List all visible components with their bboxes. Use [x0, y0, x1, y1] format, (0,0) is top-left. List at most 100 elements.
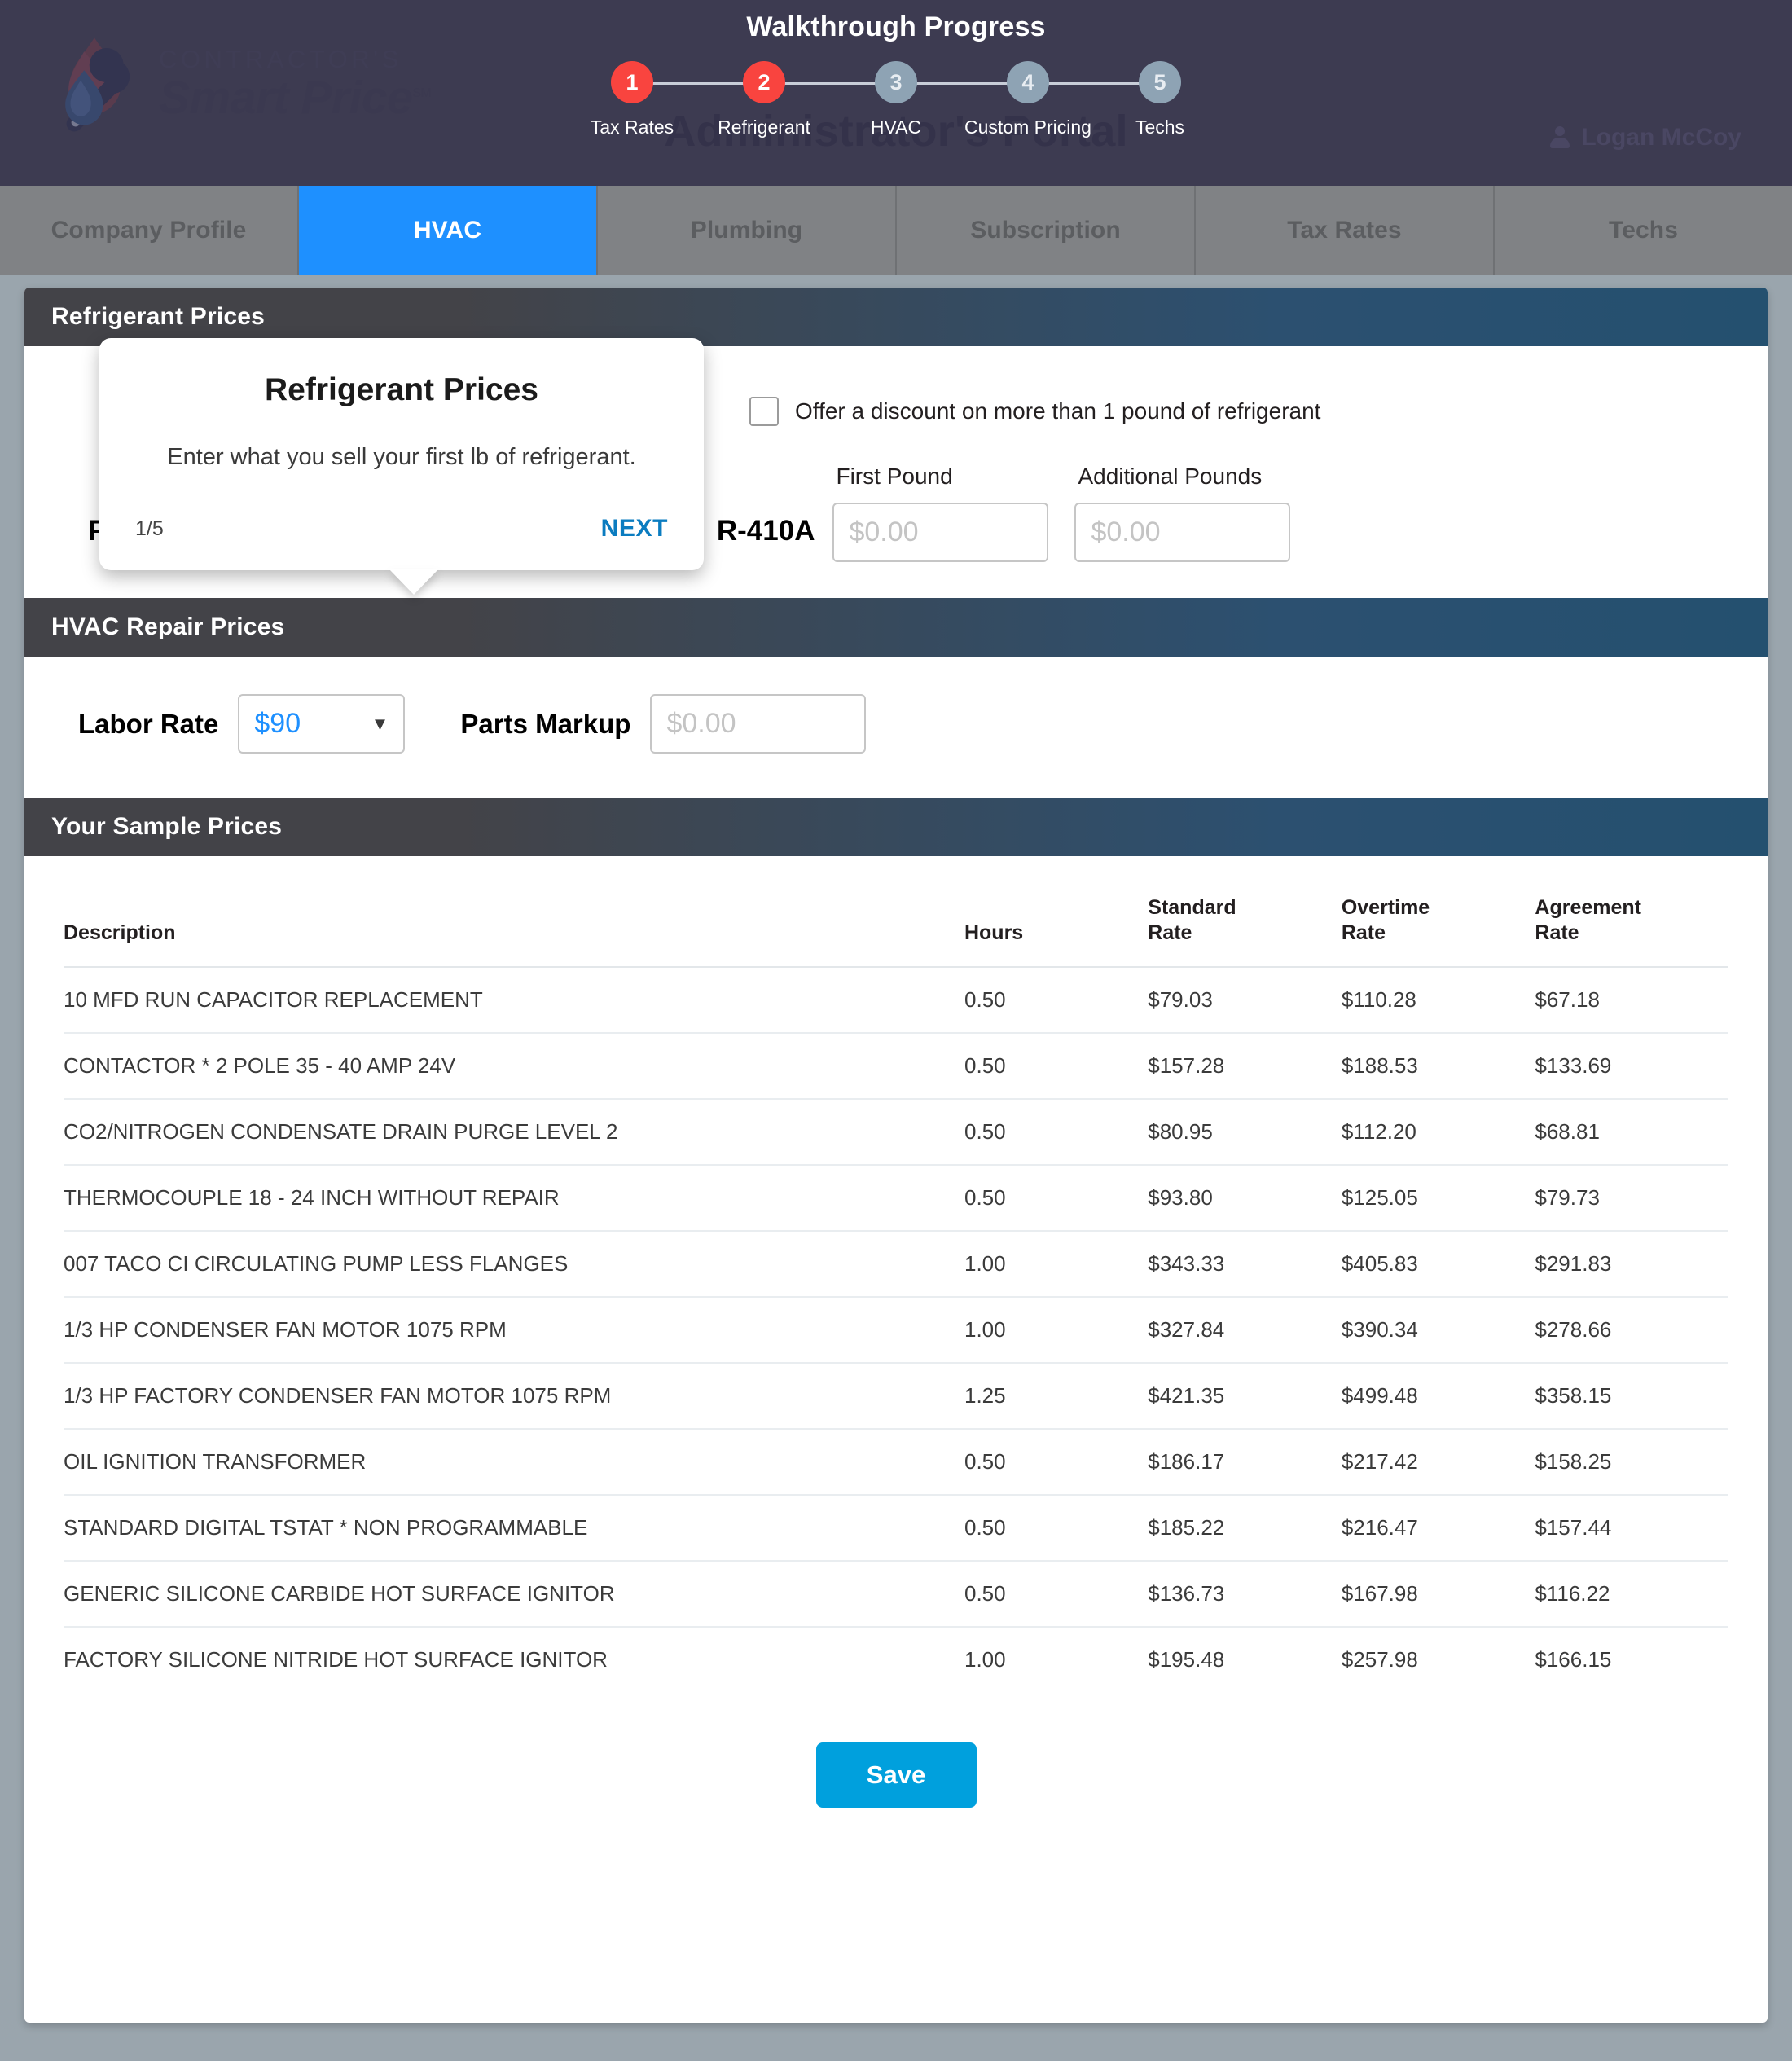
user-icon [1549, 125, 1570, 150]
tooltip-title: Refrigerant Prices [265, 372, 538, 407]
cell-hours: 0.50 [964, 1098, 1149, 1166]
table-row[interactable]: 1/3 HP CONDENSER FAN MOTOR 1075 RPM 1.00… [64, 1296, 1728, 1364]
step-label: Techs [1135, 116, 1185, 138]
discount-checkbox-row[interactable]: Offer a discount on more than 1 pound of… [749, 397, 1768, 426]
app-header: Administrator's Portal CONTRACTOR'S Smar… [0, 0, 1792, 186]
cell-standard-rate: $343.33 [1148, 1230, 1342, 1298]
cell-overtime-rate: $167.98 [1341, 1560, 1535, 1628]
table-row[interactable]: CO2/NITROGEN CONDENSATE DRAIN PURGE LEVE… [64, 1098, 1728, 1166]
labor-rate-label: Labor Rate [78, 708, 219, 739]
cell-agreement-rate: $278.66 [1535, 1296, 1728, 1364]
tab-company-profile[interactable]: Company Profile [0, 186, 299, 275]
sample-prices-table-wrap: Description Hours Standard Rate Overtime R… [24, 856, 1768, 1808]
section-header-sample-prices: Your Sample Prices [24, 798, 1768, 856]
logo-line-2: Smart PriceSM [159, 72, 432, 124]
cell-overtime-rate: $125.05 [1341, 1164, 1535, 1232]
cell-hours: 0.50 [964, 1560, 1149, 1628]
cell-overtime-rate: $110.28 [1341, 966, 1535, 1034]
column-header-agreement-rate: Agreement Rate [1535, 881, 1728, 968]
cell-hours: 0.50 [964, 1032, 1149, 1100]
flame-droplet-wrench-icon [45, 33, 147, 135]
cell-overtime-rate: $390.34 [1341, 1296, 1535, 1364]
cell-agreement-rate: $158.25 [1535, 1428, 1728, 1496]
walkthrough-title: Walkthrough Progress [746, 11, 1046, 42]
tooltip-body: Enter what you sell your first lb of ref… [167, 444, 636, 470]
cell-overtime-rate: $257.98 [1341, 1646, 1418, 1672]
save-button[interactable]: Save [815, 1742, 977, 1808]
cell-overtime-rate: $188.53 [1341, 1032, 1535, 1100]
labor-rate-value: $90 [254, 708, 301, 739]
table-row[interactable]: CONTACTOR * 2 POLE 35 - 40 AMP 24V 0.50 … [64, 1032, 1728, 1100]
cell-standard-rate: $80.95 [1148, 1098, 1342, 1166]
cell-hours: 1.00 [964, 1230, 1149, 1298]
discount-checkbox-label: Offer a discount on more than 1 pound of… [795, 398, 1321, 424]
r410a-additional-pounds-input[interactable]: $0.00 [1074, 503, 1291, 562]
cell-agreement-rate: $67.18 [1535, 966, 1728, 1034]
tab-subscription[interactable]: Subscription [897, 186, 1196, 275]
main-tabbar: Company Profile HVAC Plumbing Subscripti… [0, 186, 1792, 275]
cell-agreement-rate: $166.15 [1535, 1646, 1612, 1672]
service-mark: SM [412, 86, 432, 100]
table-row[interactable]: 10 MFD RUN CAPACITOR REPLACEMENT 0.50 $7… [64, 966, 1728, 1034]
cell-standard-rate: $186.17 [1148, 1428, 1342, 1496]
tab-plumbing[interactable]: Plumbing [598, 186, 897, 275]
table-row[interactable]: GENERIC SILICONE CARBIDE HOT SURFACE IGN… [64, 1560, 1728, 1628]
cell-standard-rate: $136.73 [1148, 1560, 1342, 1628]
r410a-first-pound-input[interactable]: $0.00 [832, 503, 1049, 562]
cell-hours: 0.50 [964, 1428, 1149, 1496]
table-row[interactable]: 1/3 HP FACTORY CONDENSER FAN MOTOR 1075 … [64, 1362, 1728, 1430]
section-header-hvac-repair-prices: HVAC Repair Prices [24, 598, 1768, 657]
cell-hours: 0.50 [964, 1494, 1149, 1562]
tab-hvac[interactable]: HVAC [299, 186, 598, 275]
cell-standard-rate: $327.84 [1148, 1296, 1342, 1364]
step-number: 4 [1007, 61, 1049, 103]
column-header-overtime-rate: Overtime Rate [1341, 881, 1535, 968]
walkthrough-step-refrigerant[interactable]: 2 Refrigerant [698, 61, 896, 138]
cell-description: FACTORY SILICONE NITRIDE HOT SURFACE IGN… [64, 1646, 608, 1672]
walkthrough-step-custom-pricing[interactable]: 4 Custom Pricing [962, 61, 1160, 138]
labor-rate-select[interactable]: $90 ▼ [238, 694, 406, 754]
cell-hours: 0.50 [964, 966, 1149, 1034]
table-header-row: Description Hours Standard Rate Overtime R… [64, 881, 1728, 968]
cell-standard-rate: $79.03 [1148, 966, 1342, 1034]
cell-description: 10 MFD RUN CAPACITOR REPLACEMENT [64, 966, 964, 1034]
step-number: 1 [611, 61, 653, 103]
cell-description: CONTACTOR * 2 POLE 35 - 40 AMP 24V [64, 1032, 964, 1100]
cell-description: 1/3 HP FACTORY CONDENSER FAN MOTOR 1075 … [64, 1362, 964, 1430]
user-menu[interactable]: Logan McCoy [1549, 124, 1741, 152]
table-row[interactable]: 007 TACO CI CIRCULATING PUMP LESS FLANGE… [64, 1230, 1728, 1298]
cell-standard-rate: $157.28 [1148, 1032, 1342, 1100]
cell-description: THERMOCOUPLE 18 - 24 INCH WITHOUT REPAIR [64, 1164, 964, 1232]
table-row[interactable]: STANDARD DIGITAL TSTAT * NON PROGRAMMABL… [64, 1494, 1728, 1562]
cell-description: 007 TACO CI CIRCULATING PUMP LESS FLANGE… [64, 1230, 964, 1298]
cell-hours: 0.50 [964, 1164, 1149, 1232]
cell-standard-rate: $195.48 [1148, 1646, 1225, 1672]
walkthrough-progress: Walkthrough Progress 1 Tax Rates 2 Refri… [456, 11, 1336, 138]
column-header-hours: Hours [964, 881, 1149, 968]
logo-line-1: CONTRACTOR'S [159, 45, 402, 73]
walkthrough-step-techs[interactable]: 5 Techs [1094, 61, 1226, 138]
cell-standard-rate: $93.80 [1148, 1164, 1342, 1232]
step-label: HVAC [870, 116, 922, 138]
parts-markup-input[interactable]: $0.00 [650, 694, 867, 754]
cell-overtime-rate: $216.47 [1341, 1494, 1535, 1562]
discount-checkbox[interactable] [749, 397, 779, 426]
walkthrough-step-hvac[interactable]: 3 HVAC [830, 61, 1028, 138]
cell-agreement-rate: $157.44 [1535, 1494, 1728, 1562]
walkthrough-step-tax-rates[interactable]: 1 Tax Rates [566, 61, 764, 138]
cell-description: 1/3 HP CONDENSER FAN MOTOR 1075 RPM [64, 1296, 964, 1364]
table-row[interactable]: FACTORY SILICONE NITRIDE HOT SURFACE IGN… [64, 1627, 1728, 1692]
r410a-first-pound-label: First Pound [836, 464, 953, 489]
tab-tax-rates[interactable]: Tax Rates [1196, 186, 1495, 275]
table-row[interactable]: THERMOCOUPLE 18 - 24 INCH WITHOUT REPAIR… [64, 1164, 1728, 1232]
refrigerant-name-r410a: R-410A [716, 515, 815, 547]
brand-logo[interactable]: CONTRACTOR'S Smart PriceSM [45, 33, 432, 135]
cell-agreement-rate: $68.81 [1535, 1098, 1728, 1166]
tooltip-next-button[interactable]: NEXT [601, 515, 668, 543]
walkthrough-tooltip: Refrigerant Prices Enter what you sell y… [99, 338, 704, 595]
column-header-standard-rate: Standard Rate [1148, 881, 1342, 968]
tab-techs[interactable]: Techs [1495, 186, 1792, 275]
refrigerant-prices-body: Offer a discount on more than 1 pound of… [24, 338, 1768, 598]
table-row[interactable]: OIL IGNITION TRANSFORMER 0.50 $186.17 $2… [64, 1428, 1728, 1496]
tooltip-arrow [389, 569, 438, 595]
